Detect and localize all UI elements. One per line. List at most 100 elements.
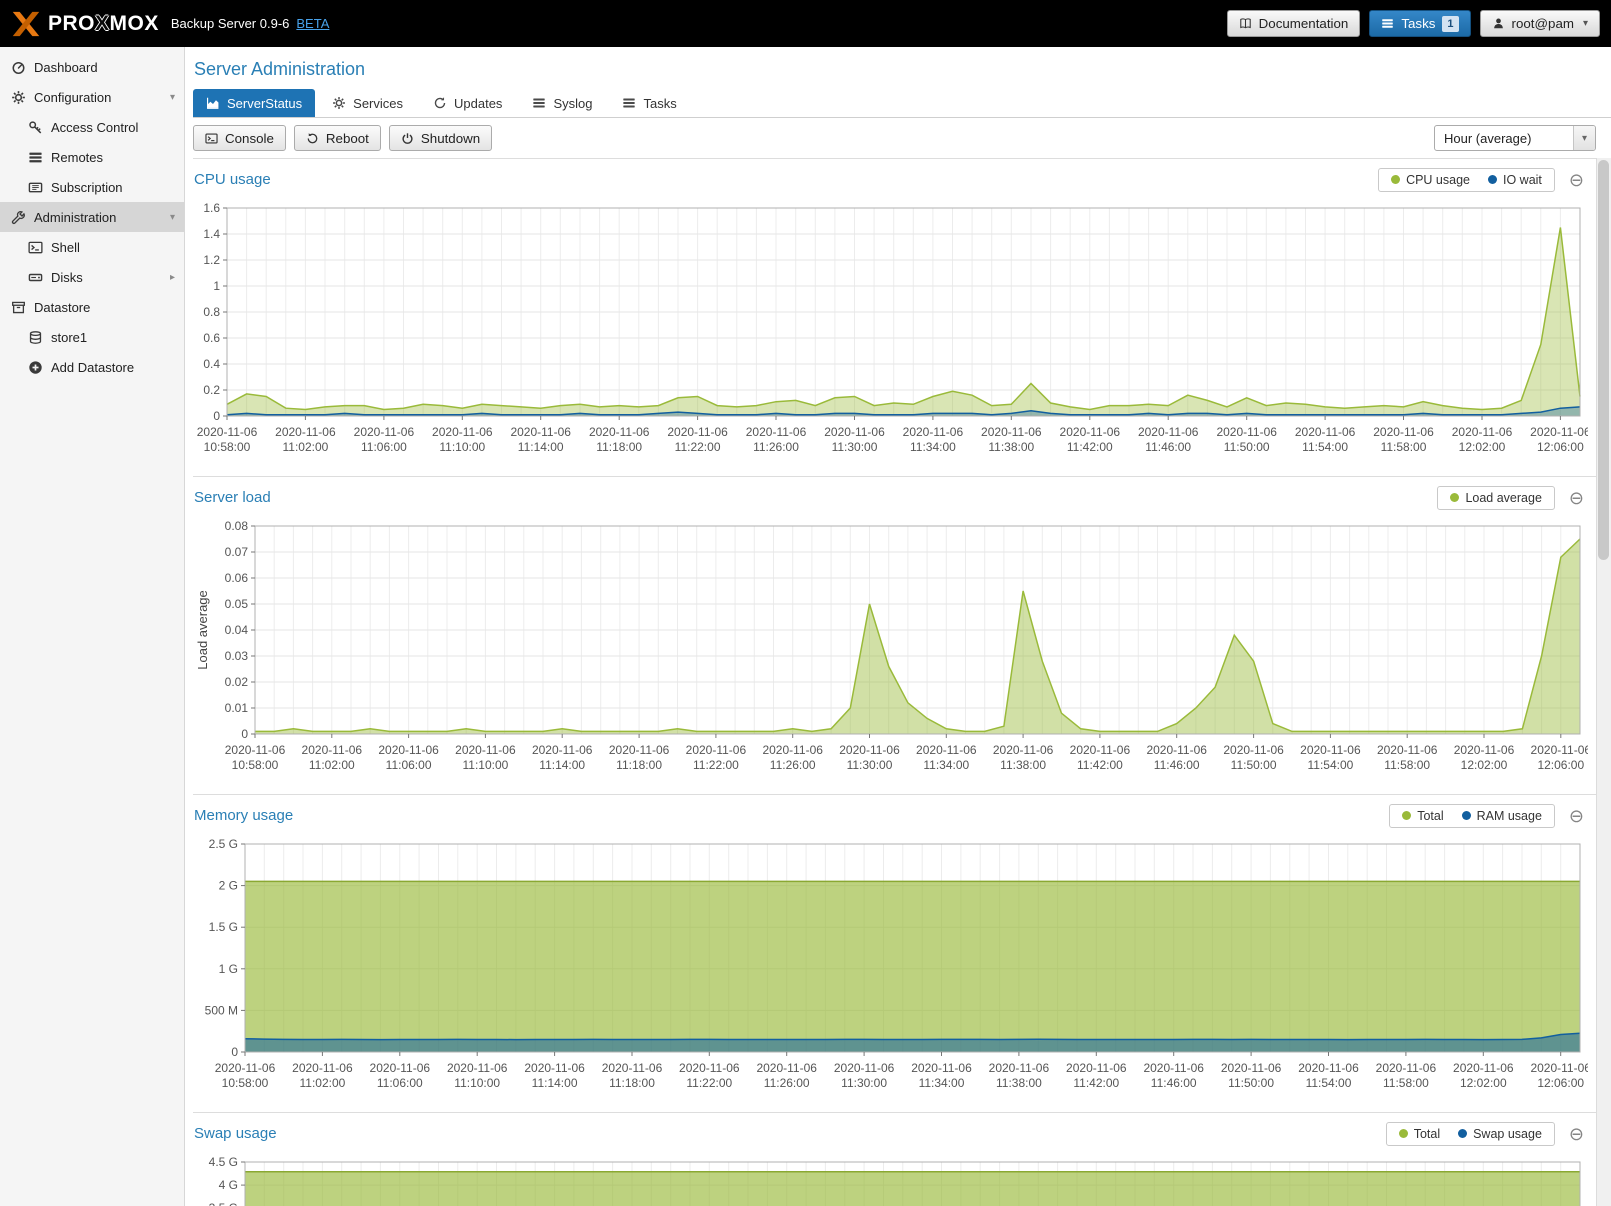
legend-item-load-average[interactable]: Load average — [1450, 491, 1541, 505]
chevron-down-icon[interactable]: ▾ — [170, 212, 175, 223]
legend-item-cpu-usage[interactable]: CPU usage — [1391, 173, 1470, 187]
svg-text:2020-11-06: 2020-11-06 — [903, 425, 964, 439]
chevron-down-icon[interactable]: ▾ — [170, 92, 175, 103]
ticket-icon — [28, 180, 43, 195]
sidebar-item-add-datastore[interactable]: Add Datastore — [0, 352, 184, 382]
svg-text:11:34:00: 11:34:00 — [923, 758, 969, 772]
svg-text:12:02:00: 12:02:00 — [1461, 758, 1508, 772]
svg-text:2020-11-06: 2020-11-06 — [1138, 425, 1199, 439]
legend-dot — [1462, 811, 1471, 820]
svg-text:11:30:00: 11:30:00 — [832, 440, 878, 454]
scrollbar-thumb[interactable] — [1598, 160, 1609, 560]
svg-text:2020-11-06: 2020-11-06 — [1295, 425, 1356, 439]
tab-updates[interactable]: Updates — [420, 89, 515, 117]
sidebar-item-remotes[interactable]: Remotes — [0, 142, 184, 172]
chevron-down-icon[interactable]: ▾ — [1573, 126, 1595, 150]
legend: Load average — [1437, 486, 1554, 510]
tasks-button[interactable]: Tasks 1 — [1369, 10, 1470, 37]
memory-usage-chart: 0500 M1 G1.5 G2 G2.5 G2020-11-0610:58:00… — [193, 836, 1588, 1112]
chevron-down-icon: ▾ — [1583, 18, 1588, 29]
svg-text:1 G: 1 G — [219, 962, 238, 976]
collapse-icon[interactable]: ⊖ — [1569, 489, 1584, 507]
panel-header: Server load Load average ⊖ — [193, 477, 1596, 518]
collapse-icon[interactable]: ⊖ — [1569, 1125, 1584, 1143]
sidebar-item-administration[interactable]: Administration ▾ — [0, 202, 184, 232]
tab-serverstatus[interactable]: ServerStatus — [193, 89, 315, 117]
brand-wordmark: PROXMOX — [48, 12, 159, 36]
legend-item-total[interactable]: Total — [1399, 1127, 1440, 1141]
svg-text:1.6: 1.6 — [203, 201, 220, 215]
sidebar-item-dashboard[interactable]: Dashboard — [0, 52, 184, 82]
vertical-scrollbar[interactable] — [1596, 158, 1611, 1206]
svg-text:2020-11-06: 2020-11-06 — [354, 425, 415, 439]
svg-text:2 G: 2 G — [219, 879, 238, 893]
tab-tasks[interactable]: Tasks — [609, 89, 689, 117]
svg-text:11:18:00: 11:18:00 — [616, 758, 662, 772]
power-icon — [401, 132, 414, 145]
svg-text:2020-11-06: 2020-11-06 — [1377, 743, 1438, 757]
beta-link[interactable]: BETA — [296, 16, 329, 31]
svg-text:2020-11-06: 2020-11-06 — [1452, 425, 1513, 439]
panel-memory-usage: Memory usage Total RAM usage ⊖ 0500 M1 G… — [193, 794, 1596, 1112]
collapse-icon[interactable]: ⊖ — [1569, 171, 1584, 189]
svg-text:2020-11-06: 2020-11-06 — [1221, 1061, 1282, 1075]
user-menu-button[interactable]: root@pam ▾ — [1480, 10, 1600, 37]
svg-text:2020-11-06: 2020-11-06 — [275, 425, 336, 439]
svg-text:1: 1 — [213, 279, 220, 293]
sidebar-item-configuration[interactable]: Configuration ▾ — [0, 82, 184, 112]
legend-item-total[interactable]: Total — [1402, 809, 1443, 823]
svg-text:2020-11-06: 2020-11-06 — [981, 425, 1042, 439]
legend-item-io-wait[interactable]: IO wait — [1488, 173, 1542, 187]
tab-services[interactable]: Services — [319, 89, 416, 117]
undo-icon — [306, 132, 319, 145]
svg-text:12:06:00: 12:06:00 — [1537, 440, 1584, 454]
svg-text:2020-11-06: 2020-11-06 — [1146, 743, 1207, 757]
svg-text:11:26:00: 11:26:00 — [764, 1076, 810, 1090]
terminal-icon — [28, 240, 43, 255]
panel-swap-usage: Swap usage Total Swap usage ⊖ 0500 M1 G1… — [193, 1112, 1596, 1206]
svg-text:2020-11-06: 2020-11-06 — [524, 1061, 585, 1075]
svg-text:2020-11-06: 2020-11-06 — [756, 1061, 817, 1075]
sidebar-item-datastore[interactable]: Datastore — [0, 292, 184, 322]
database-icon — [28, 330, 43, 345]
tab-syslog[interactable]: Syslog — [519, 89, 605, 117]
list-icon — [1381, 17, 1394, 30]
svg-text:11:58:00: 11:58:00 — [1384, 758, 1430, 772]
shutdown-button[interactable]: Shutdown — [389, 125, 492, 151]
svg-text:2020-11-06: 2020-11-06 — [378, 743, 439, 757]
svg-text:11:10:00: 11:10:00 — [462, 758, 508, 772]
svg-text:2020-11-06: 2020-11-06 — [1376, 1061, 1437, 1075]
chevron-right-icon[interactable]: ▸ — [170, 272, 175, 283]
svg-text:0.06: 0.06 — [225, 571, 249, 585]
hdd-icon — [28, 270, 43, 285]
panel-header: CPU usage CPU usage IO wait ⊖ — [193, 159, 1596, 200]
svg-text:11:34:00: 11:34:00 — [919, 1076, 965, 1090]
svg-text:0: 0 — [213, 409, 220, 423]
svg-text:11:50:00: 11:50:00 — [1224, 440, 1270, 454]
sidebar-item-access-control[interactable]: Access Control — [0, 112, 184, 142]
svg-text:2020-11-06: 2020-11-06 — [1300, 743, 1361, 757]
main-content: Server Administration ServerStatus Servi… — [185, 47, 1611, 1206]
documentation-button[interactable]: Documentation — [1227, 10, 1361, 37]
sidebar-item-disks[interactable]: Disks ▸ — [0, 262, 184, 292]
toolbar: Console Reboot Shutdown Hour (average) ▾ — [193, 118, 1611, 158]
page-title: Server Administration — [194, 59, 1611, 80]
legend-dot — [1391, 175, 1400, 184]
collapse-icon[interactable]: ⊖ — [1569, 807, 1584, 825]
svg-text:2020-11-06: 2020-11-06 — [1531, 743, 1588, 757]
reboot-button[interactable]: Reboot — [294, 125, 381, 151]
sidebar-item-shell[interactable]: Shell — [0, 232, 184, 262]
svg-text:11:10:00: 11:10:00 — [439, 440, 485, 454]
time-range-combobox[interactable]: Hour (average) ▾ — [1434, 125, 1596, 151]
svg-text:2020-11-06: 2020-11-06 — [1070, 743, 1131, 757]
sidebar-item-subscription[interactable]: Subscription — [0, 172, 184, 202]
svg-text:2020-11-06: 2020-11-06 — [824, 425, 885, 439]
svg-text:2020-11-06: 2020-11-06 — [225, 743, 286, 757]
console-button[interactable]: Console — [193, 125, 286, 151]
tab-bar: ServerStatus Services Updates Syslog Tas… — [193, 88, 1611, 118]
legend-item-ram-usage[interactable]: RAM usage — [1462, 809, 1542, 823]
svg-text:0.03: 0.03 — [225, 649, 249, 663]
legend-item-swap-usage[interactable]: Swap usage — [1458, 1127, 1542, 1141]
svg-text:Load average: Load average — [195, 590, 210, 670]
sidebar-item-store1[interactable]: store1 — [0, 322, 184, 352]
